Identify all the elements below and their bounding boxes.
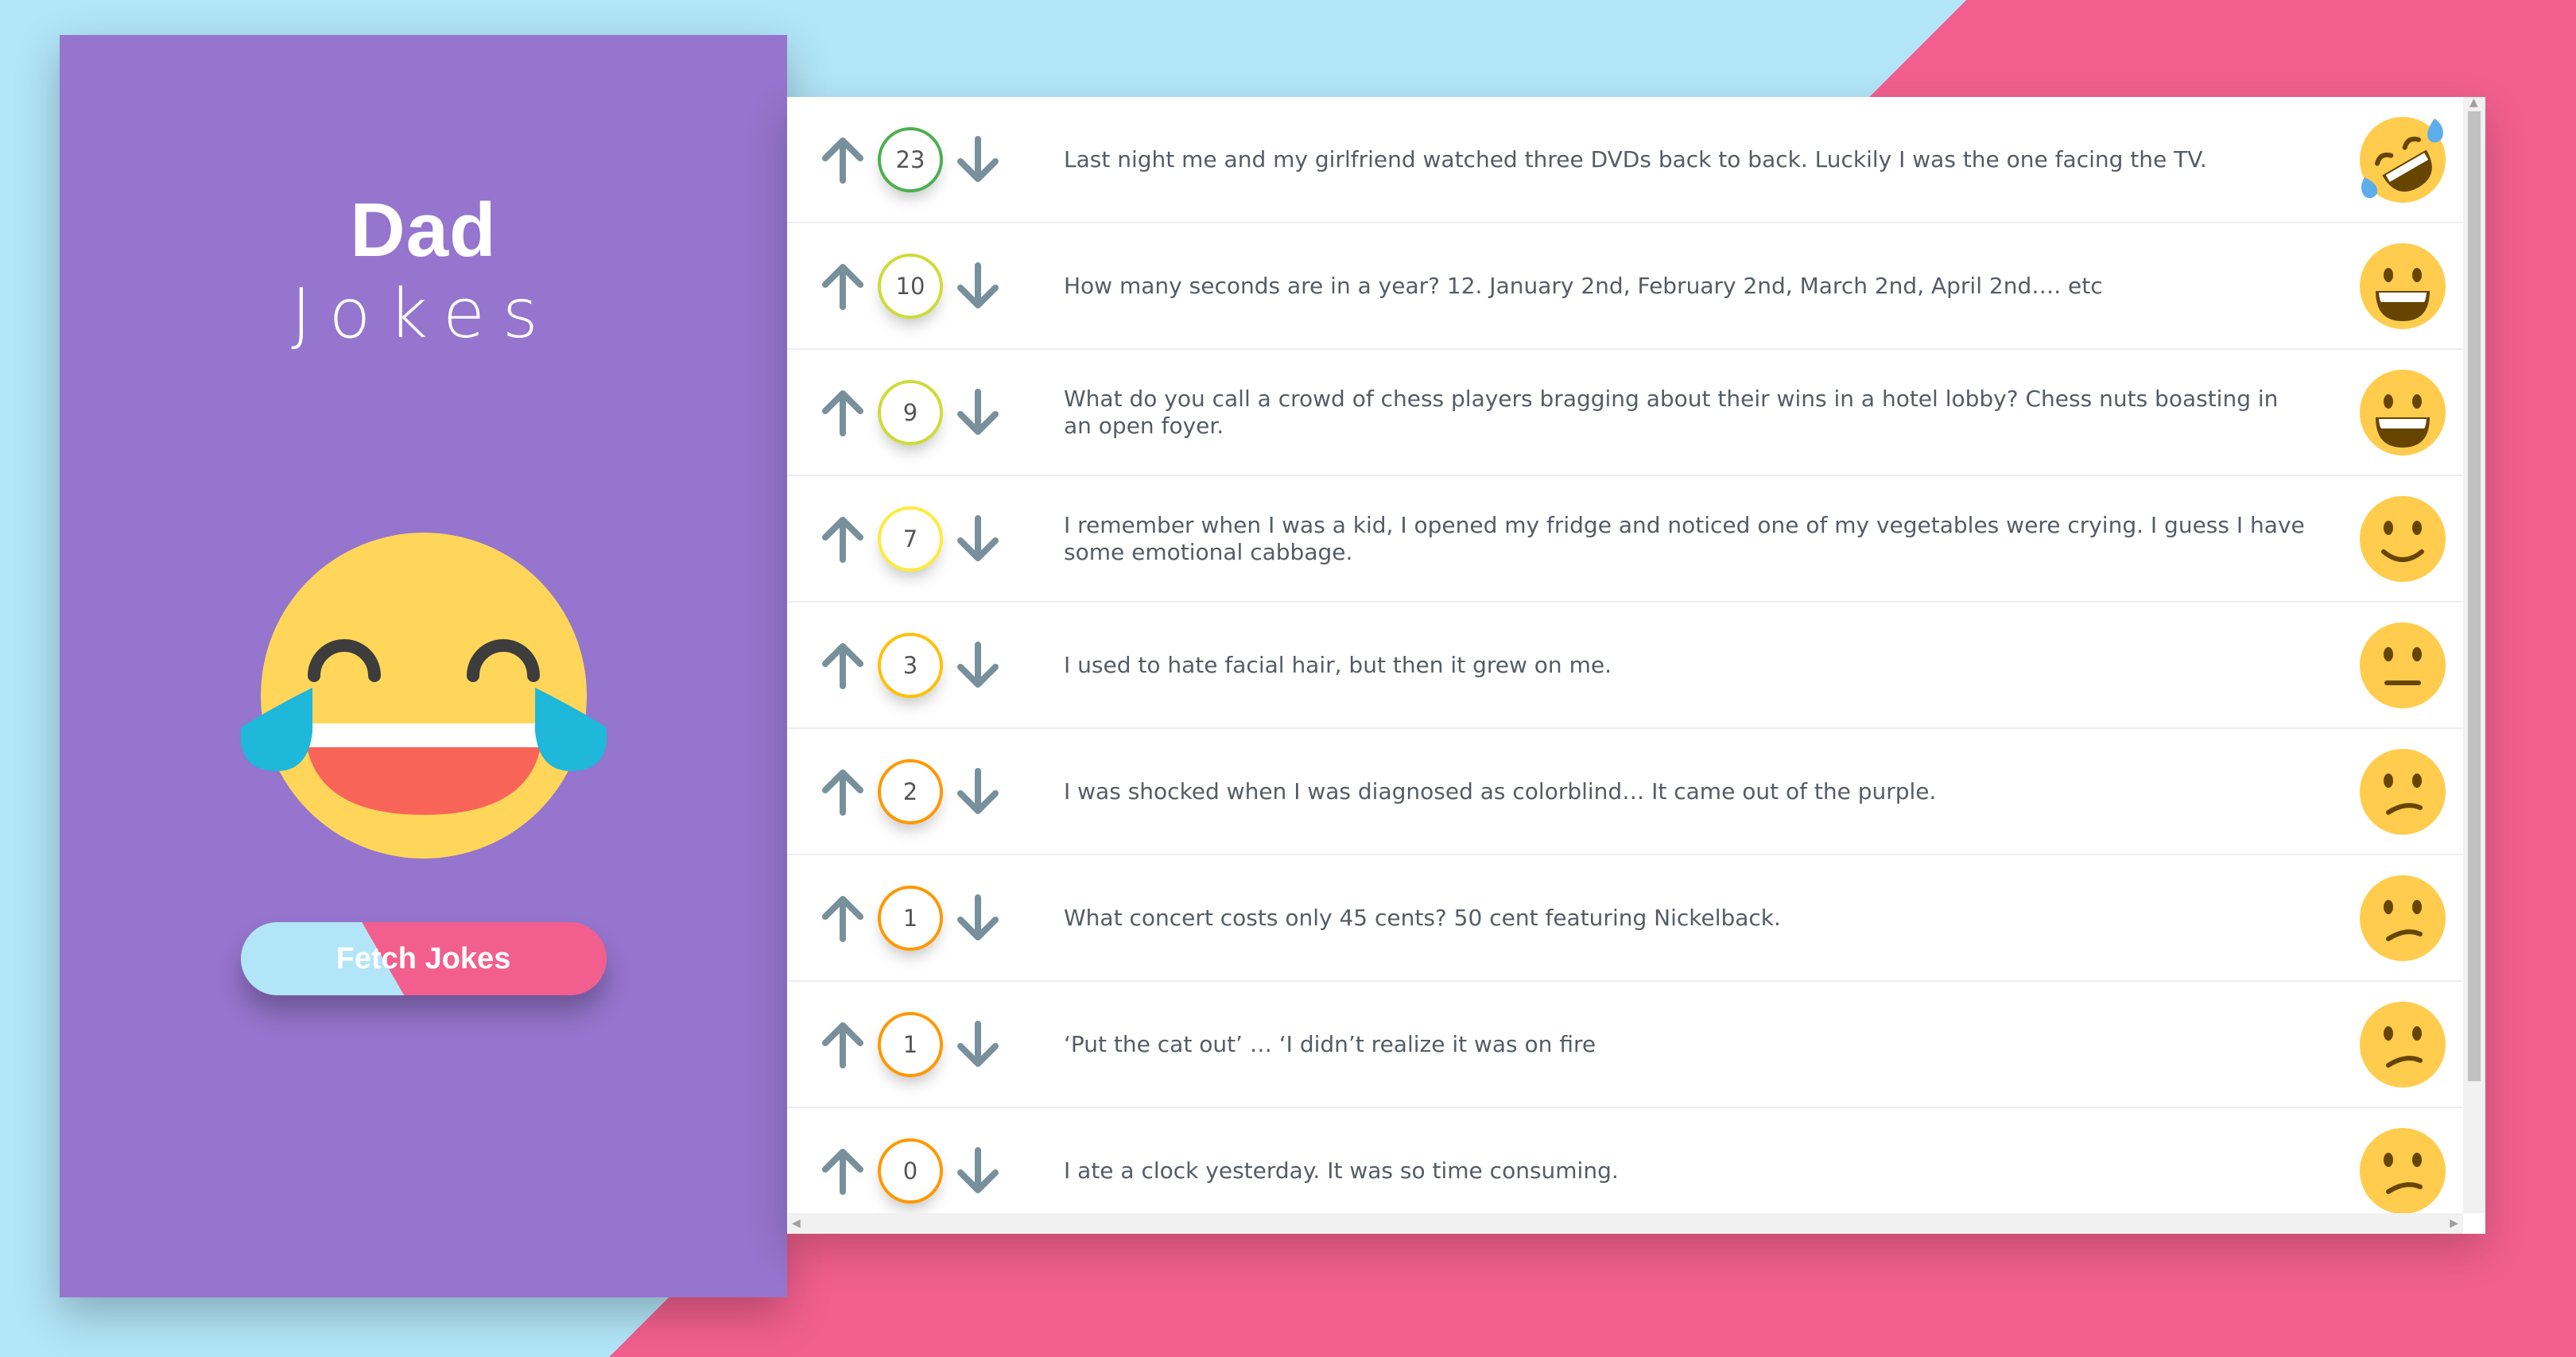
downvote-arrow-icon[interactable] — [952, 1019, 1003, 1070]
joke-score: 2 — [878, 758, 943, 824]
downvote-arrow-icon[interactable] — [952, 893, 1003, 944]
downvote-arrow-icon[interactable] — [952, 1146, 1003, 1196]
fetch-jokes-button[interactable]: Fetch Jokes — [240, 922, 607, 995]
vote-controls: 9 — [787, 379, 1011, 445]
title-dad: Dad — [350, 188, 497, 273]
vote-controls: 10 — [787, 253, 1011, 319]
joke-row: 7 I remember when I was a kid, I opened m… — [787, 476, 2463, 603]
grinning-face-icon — [2360, 369, 2446, 456]
vote-controls: 3 — [787, 632, 1011, 698]
downvote-arrow-icon[interactable] — [952, 134, 1003, 185]
joke-text: ‘Put the cat out’ … ‘I didn’t realize it… — [1064, 1030, 1596, 1057]
jokes-rows: 23 Last night me and my girlfriend watche… — [787, 97, 2463, 1213]
joke-text: I remember when I was a kid, I opened my… — [1064, 511, 2305, 565]
joke-text: What concert costs only 45 cents? 50 cen… — [1064, 904, 1781, 931]
joke-text: Last night me and my girlfriend watched … — [1064, 145, 2207, 173]
joke-score: 1 — [878, 885, 943, 951]
joke-score: 3 — [878, 632, 943, 698]
confused-face-icon — [2360, 1127, 2446, 1213]
vote-controls: 1 — [787, 1011, 1011, 1077]
upvote-arrow-icon[interactable] — [817, 1146, 868, 1196]
downvote-arrow-icon[interactable] — [952, 640, 1003, 691]
vote-controls: 7 — [787, 506, 1011, 572]
joke-row: 3 I used to hate facial hair, but then it… — [787, 603, 2463, 729]
joke-row: 10 How many seconds are in a year? 12. Ja… — [787, 223, 2463, 350]
laughing-tears-icon — [240, 533, 607, 859]
vote-controls: 2 — [787, 758, 1011, 824]
joke-row: 2 I was shocked when I was diagnosed as c… — [787, 729, 2463, 855]
joke-row: 1 What concert costs only 45 cents? 50 ce… — [787, 855, 2463, 982]
scroll-right-icon[interactable]: ▶ — [2450, 1213, 2458, 1234]
downvote-arrow-icon[interactable] — [952, 514, 1003, 564]
downvote-arrow-icon[interactable] — [952, 766, 1003, 817]
neutral-face-icon — [2360, 622, 2446, 708]
confused-face-icon — [2360, 874, 2446, 961]
joke-score: 1 — [878, 1011, 943, 1077]
joke-score: 9 — [878, 379, 943, 445]
slight-smile-icon — [2360, 495, 2446, 582]
upvote-arrow-icon[interactable] — [817, 1019, 868, 1070]
upvote-arrow-icon[interactable] — [817, 387, 868, 438]
joke-score: 23 — [878, 126, 943, 192]
joke-text: I used to hate facial hair, but then it … — [1064, 651, 1612, 678]
vertical-scrollbar[interactable]: ▲ — [2463, 97, 2485, 1213]
upvote-arrow-icon[interactable] — [817, 640, 868, 691]
joke-row: 23 Last night me and my girlfriend watche… — [787, 97, 2463, 223]
downvote-arrow-icon[interactable] — [952, 261, 1003, 312]
scroll-left-icon[interactable]: ◀ — [792, 1213, 801, 1234]
joke-text: I ate a clock yesterday. It was so time … — [1064, 1157, 1619, 1184]
joke-text: What do you call a crowd of chess player… — [1064, 385, 2279, 439]
confused-face-icon — [2360, 1001, 2446, 1088]
jokes-list: 23 Last night me and my girlfriend watche… — [787, 97, 2485, 1234]
vote-controls: 23 — [787, 126, 1011, 192]
downvote-arrow-icon[interactable] — [952, 387, 1003, 438]
upvote-arrow-icon[interactable] — [817, 766, 868, 817]
scroll-up-icon[interactable]: ▲ — [2469, 97, 2478, 113]
grinning-face-icon — [2360, 242, 2446, 329]
joke-text: I was shocked when I was diagnosed as co… — [1064, 777, 1937, 805]
title-jokes: Jokes — [291, 274, 556, 354]
rofl-face-icon — [2360, 116, 2446, 203]
upvote-arrow-icon[interactable] — [817, 134, 868, 185]
joke-score: 10 — [878, 253, 943, 319]
joke-text: How many seconds are in a year? 12. Janu… — [1064, 272, 2103, 299]
scrollbar-thumb[interactable] — [2468, 111, 2481, 1081]
joke-score: 7 — [878, 506, 943, 572]
confused-face-icon — [2360, 748, 2446, 835]
joke-row: 9 What do you call a crowd of chess playe… — [787, 350, 2463, 476]
upvote-arrow-icon[interactable] — [817, 893, 868, 944]
sidebar: Dad Jokes Fetch Jokes — [60, 35, 787, 1297]
joke-row: 0 I ate a clock yesterday. It was so time… — [787, 1108, 2463, 1213]
joke-score: 0 — [878, 1138, 943, 1204]
upvote-arrow-icon[interactable] — [817, 261, 868, 312]
horizontal-scrollbar[interactable]: ◀ ▶ — [787, 1213, 2463, 1234]
joke-row: 1 ‘Put the cat out’ … ‘I didn’t realize i… — [787, 982, 2463, 1108]
vote-controls: 0 — [787, 1138, 1011, 1204]
upvote-arrow-icon[interactable] — [817, 514, 868, 564]
vote-controls: 1 — [787, 885, 1011, 951]
